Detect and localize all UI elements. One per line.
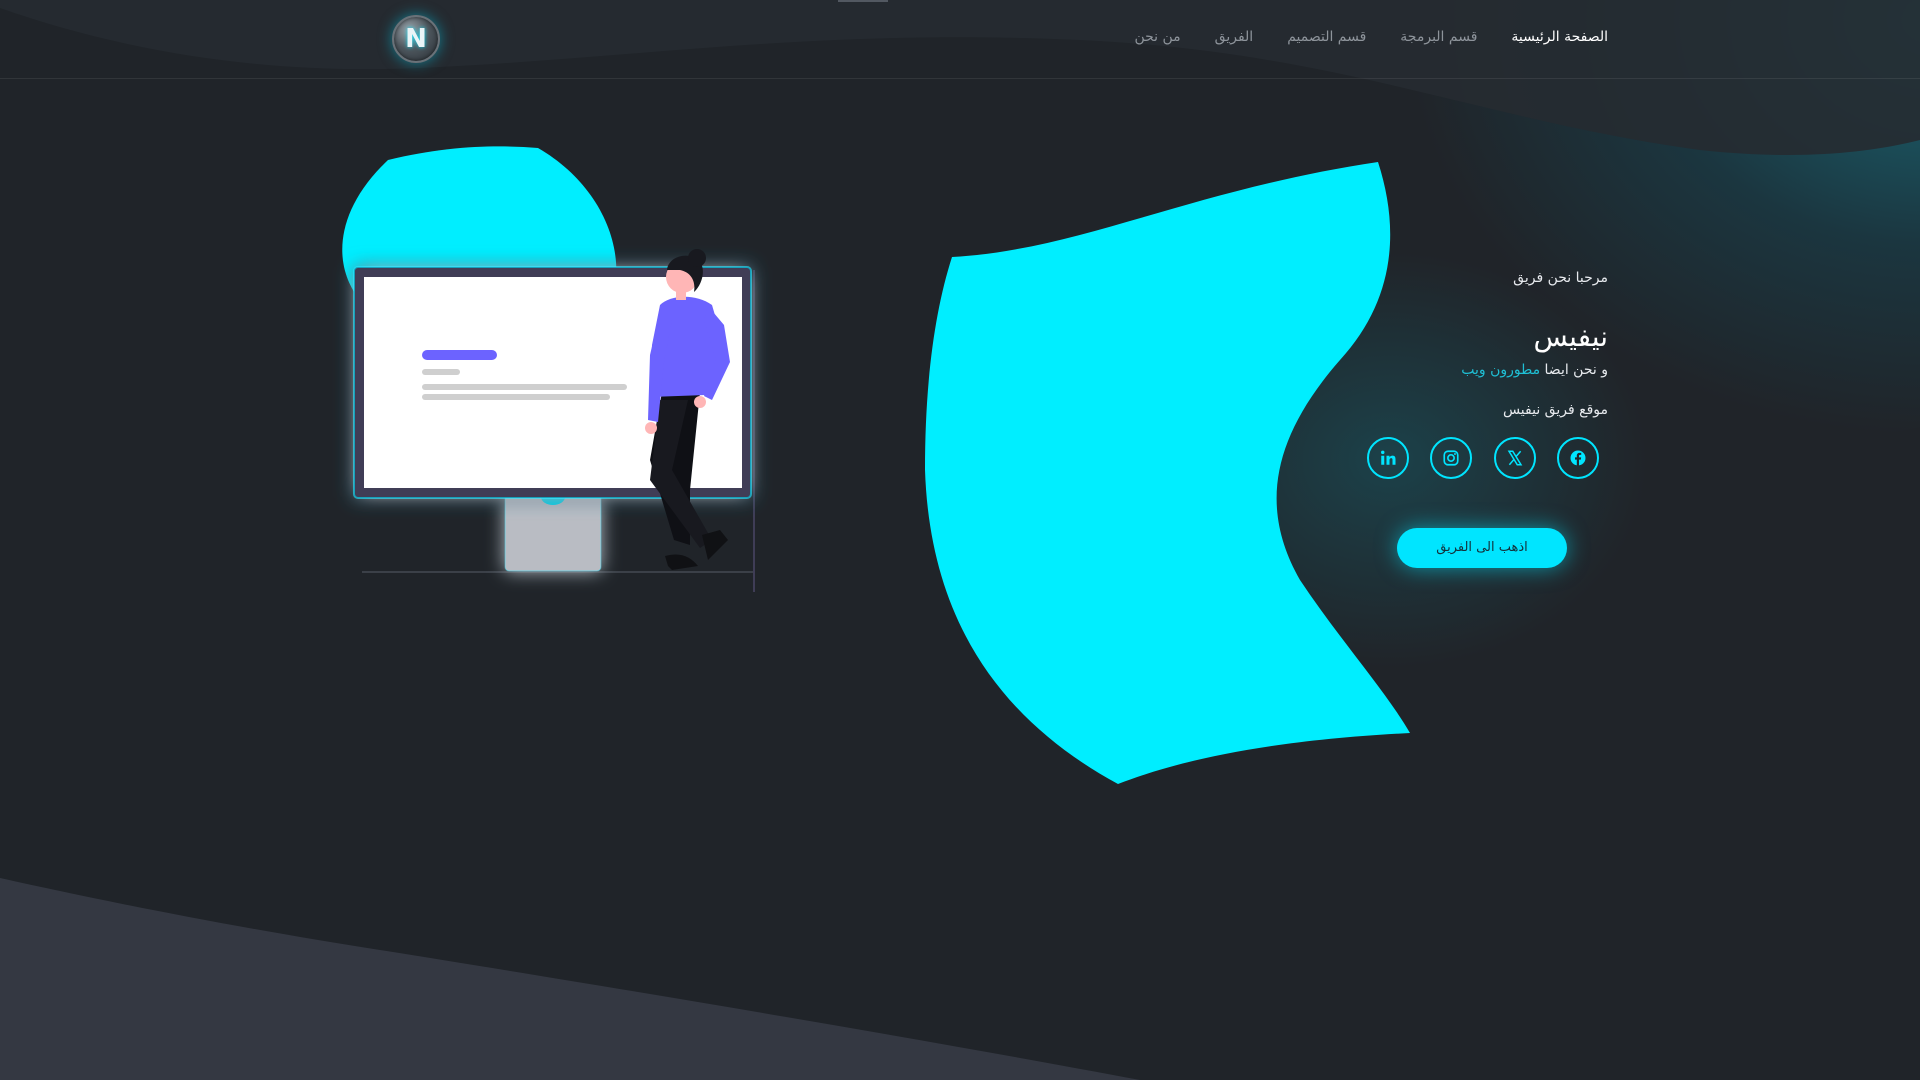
tagline-accent: مطورون ويب — [1461, 362, 1541, 378]
tagline: و نحن ايضا مطورون ويب — [1288, 360, 1608, 380]
linkedin-button[interactable] — [1367, 437, 1409, 479]
social-links — [1367, 437, 1599, 479]
x-twitter-icon — [1507, 450, 1522, 466]
tagline-prefix: و نحن ايضا — [1540, 362, 1608, 378]
screen-title-bar — [422, 350, 497, 360]
screen-line-long-2 — [422, 394, 610, 400]
screen-line-short — [422, 369, 460, 375]
linkedin-icon — [1381, 450, 1396, 465]
facebook-button[interactable] — [1556, 437, 1599, 479]
go-to-team-button[interactable]: اذهب الى الفريق — [1397, 528, 1567, 568]
page: N الصفحة الرئيسية قسم البرمجة قسم التصمي… — [0, 0, 1920, 1080]
hero-illustration — [353, 249, 755, 592]
instagram-icon — [1443, 450, 1459, 466]
monitor-stand — [504, 489, 602, 572]
facebook-icon — [1570, 450, 1586, 466]
greeting-text: مرحبا نحن فريق — [1513, 270, 1608, 286]
site-label: موقع فريق نيفيس — [1502, 402, 1608, 418]
team-name-heading: نيفيس — [1533, 320, 1608, 353]
instagram-button[interactable] — [1430, 437, 1473, 479]
x-twitter-button[interactable] — [1493, 437, 1536, 479]
hero-text: مرحبا نحن فريق نيفيس و نحن ايضا مطورون و… — [1288, 268, 1608, 420]
screen-line-long-1 — [422, 384, 627, 390]
